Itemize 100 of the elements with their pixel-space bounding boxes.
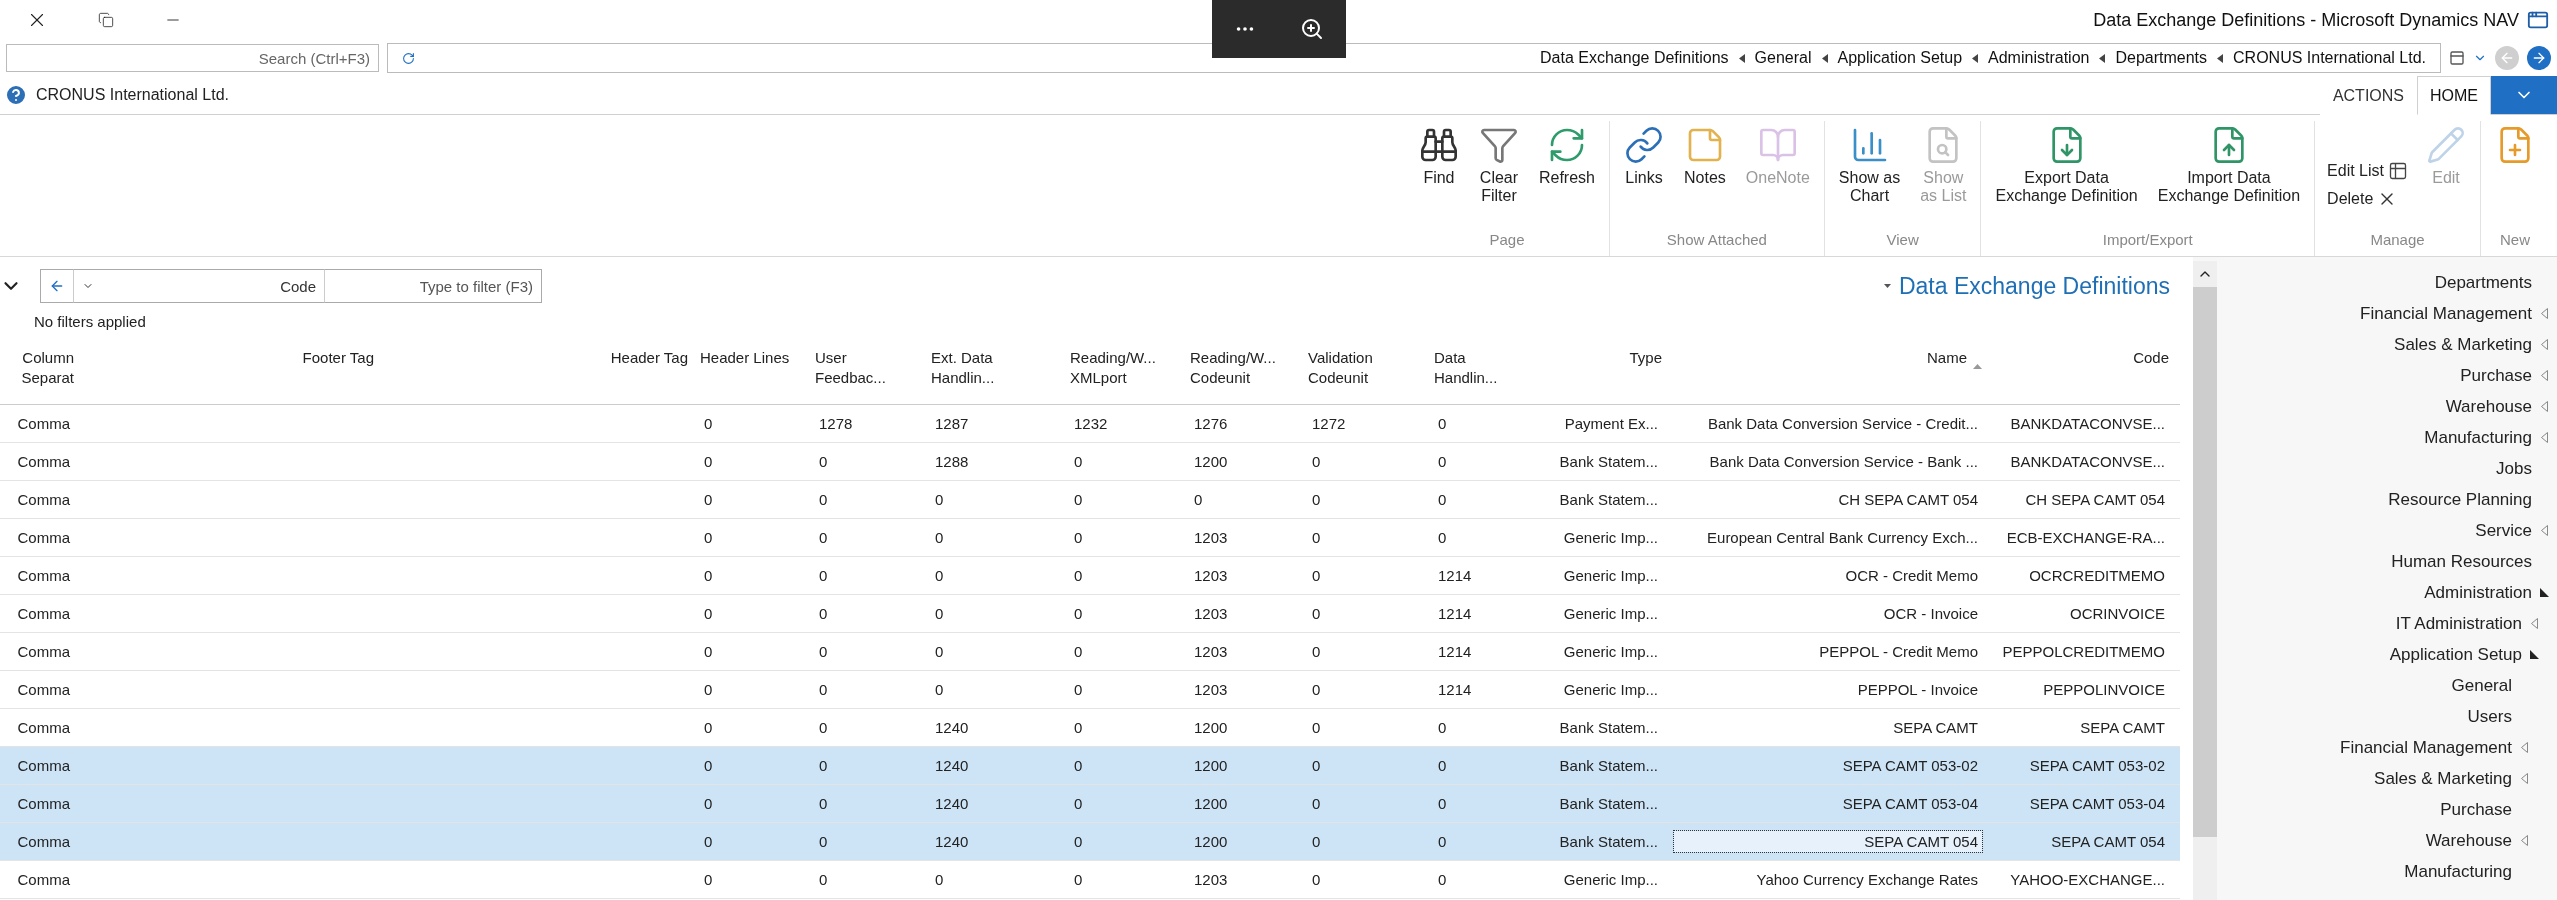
column-header[interactable]: Validation Codeunit [1302,344,1428,404]
table-cell-text: Comma [16,414,71,434]
ribbon-button[interactable]: Notes [1678,121,1732,192]
table-cell-text: 0 [703,756,714,776]
table-cell-text: SEPA CAMT 053-02 [1841,756,1979,776]
breadcrumb-link[interactable]: Departments [2115,49,2207,67]
column-header[interactable]: Type [1515,344,1668,404]
column-header[interactable]: Footer Tag [80,344,380,404]
column-header[interactable]: Ext. Data Handlin... [925,344,1064,404]
nav-item[interactable]: Purchase [2217,360,2557,391]
ribbon-button[interactable]: Clear Filter [1472,121,1525,210]
nav-item[interactable]: Departments [2217,267,2557,298]
collapsed-triangle-icon[interactable] [2541,308,2548,319]
table-cell-text: OCR - Credit Memo [1844,566,1979,586]
collapsed-triangle-icon[interactable] [2521,773,2528,784]
ribbon-button[interactable]: Edit List [2323,159,2412,183]
ribbon-group-label: New [2499,231,2531,250]
table-row[interactable]: Comma 0 0 1240 0 1200 0 0 Bank Statem... SEPA CAMT 053-02 SEPA CAMT 053-02 [0,747,2180,785]
table-cell-text: 0 [1073,604,1084,624]
column-header[interactable]: Column Separat [0,344,80,404]
breadcrumb-link[interactable]: General [1754,49,1812,67]
nav-item[interactable]: Manufacturing [2217,856,2557,887]
column-header[interactable]: Name [1668,344,1988,404]
table-cell-text: 0 [1193,490,1204,510]
table-cell-text: 0 [818,566,829,586]
nav-item[interactable]: Human Resources [2217,546,2557,577]
collapsed-triangle-icon[interactable] [2541,432,2548,443]
nav-item[interactable]: Application Setup [2217,639,2557,670]
breadcrumb-link[interactable]: Data Exchange Definitions [1540,49,1729,67]
nav-item[interactable]: Warehouse [2217,391,2557,422]
table-cell-text: PEPPOLINVOICE [2042,680,2166,700]
nav-item[interactable]: Users [2217,701,2557,732]
ribbon-button[interactable]: Find [1412,121,1465,192]
nav-item[interactable]: Service [2217,515,2557,546]
table-cell-text: Comma [16,680,71,700]
collapsed-triangle-icon[interactable] [2541,370,2548,381]
search-field[interactable]: Search (Ctrl+F3) [6,44,379,72]
ribbon-button[interactable]: Refresh [1532,121,1601,192]
ribbon-button[interactable]: Import Data Exchange Definition [2151,121,2307,210]
nav-item[interactable]: Purchase [2217,794,2557,825]
nav-item[interactable]: Sales & Marketing [2217,763,2557,794]
column-header[interactable]: Header Lines [694,344,809,404]
zoom-in-icon[interactable] [1300,17,1324,41]
filter-field-dropdown[interactable]: Code [74,269,324,303]
table-cell-text: 0 [703,528,714,548]
nav-item[interactable]: Jobs [2217,453,2557,484]
table-cell-text: 0 [1437,794,1448,814]
table-cell-text: 0 [818,794,829,814]
column-header[interactable]: Reading/W... XMLport [1064,344,1184,404]
filter-input[interactable]: Type to filter (F3) [324,269,542,303]
collapsed-triangle-icon[interactable] [2541,525,2548,536]
refresh-icon[interactable] [402,51,415,65]
breadcrumb-link[interactable]: CRONUS International Ltd. [2233,49,2426,67]
collapsed-triangle-icon[interactable] [2521,835,2528,846]
table-row[interactable]: Comma 0 0 1240 0 1200 0 0 Bank Statem... SEPA CAMT 054 SEPA CAMT 054 [0,823,2180,861]
ribbon-button[interactable]: Show as Chart [1832,121,1907,210]
restore-icon[interactable] [98,12,114,28]
table-cell-text: 0 [703,870,714,890]
ribbon-tab[interactable]: HOME [2417,76,2491,115]
breadcrumb-separator-icon [1821,53,1828,63]
collapsed-triangle-icon[interactable] [2531,618,2538,629]
expanded-triangle-icon[interactable] [2530,650,2539,659]
collapsed-triangle-icon[interactable] [2541,339,2548,350]
ribbon-button[interactable]: Links [1618,121,1670,192]
table-cell-text: 1214 [1437,604,1473,624]
breadcrumb-link[interactable]: Administration [1988,49,2090,67]
table-cell-text: SEPA CAMT [1892,718,1979,738]
collapsed-triangle-icon[interactable] [2521,742,2528,753]
column-header[interactable]: Header Tag [380,344,694,404]
column-header[interactable]: Code [1988,344,2175,404]
table-cell-text: 0 [818,490,829,510]
ribbon-button[interactable]: Export Data Exchange Definition [1989,121,2144,210]
collapsed-triangle-icon[interactable] [2541,401,2548,412]
expanded-triangle-icon[interactable] [2540,588,2549,597]
table-cell-text: 1276 [1193,414,1229,434]
ribbon-button[interactable]: Delete [2323,187,2412,211]
forward-button[interactable] [2527,46,2551,70]
help-icon[interactable] [4,83,28,107]
nav-item[interactable]: General [2217,670,2557,701]
apply-filter-button[interactable] [40,269,74,303]
nav-item[interactable]: Resource Planning [2217,484,2557,515]
column-header[interactable]: Reading/W... Codeunit [1184,344,1302,404]
table-cell-text: 0 [1311,756,1322,776]
nav-item[interactable]: Warehouse [2217,825,2557,856]
nav-item[interactable]: Administration [2217,577,2557,608]
nav-item[interactable]: Financial Management [2217,298,2557,329]
table-cell-text: Bank Statem... [1558,718,1659,738]
table-cell-text: 0 [1073,490,1084,510]
table-cell-text: 0 [1437,414,1448,434]
nav-item[interactable]: Financial Management [2217,732,2557,763]
nav-item[interactable]: IT Administration [2217,608,2557,639]
breadcrumb-link[interactable]: Application Setup [1837,49,1963,67]
column-header[interactable]: User Feedbac... [809,344,925,404]
column-header[interactable]: Data Handlin... [1428,344,1515,404]
table-row[interactable]: Comma 0 0 1240 0 1200 0 0 Bank Statem... SEPA CAMT 053-04 SEPA CAMT 053-04 [0,785,2180,823]
nav-item[interactable]: Manufacturing [2217,422,2557,453]
caret-icon[interactable] [1883,284,1891,288]
table-cell-text: 0 [934,870,945,890]
nav-item[interactable]: Sales & Marketing [2217,329,2557,360]
table-cell-text: OCRCREDITMEMO [2028,566,2166,586]
